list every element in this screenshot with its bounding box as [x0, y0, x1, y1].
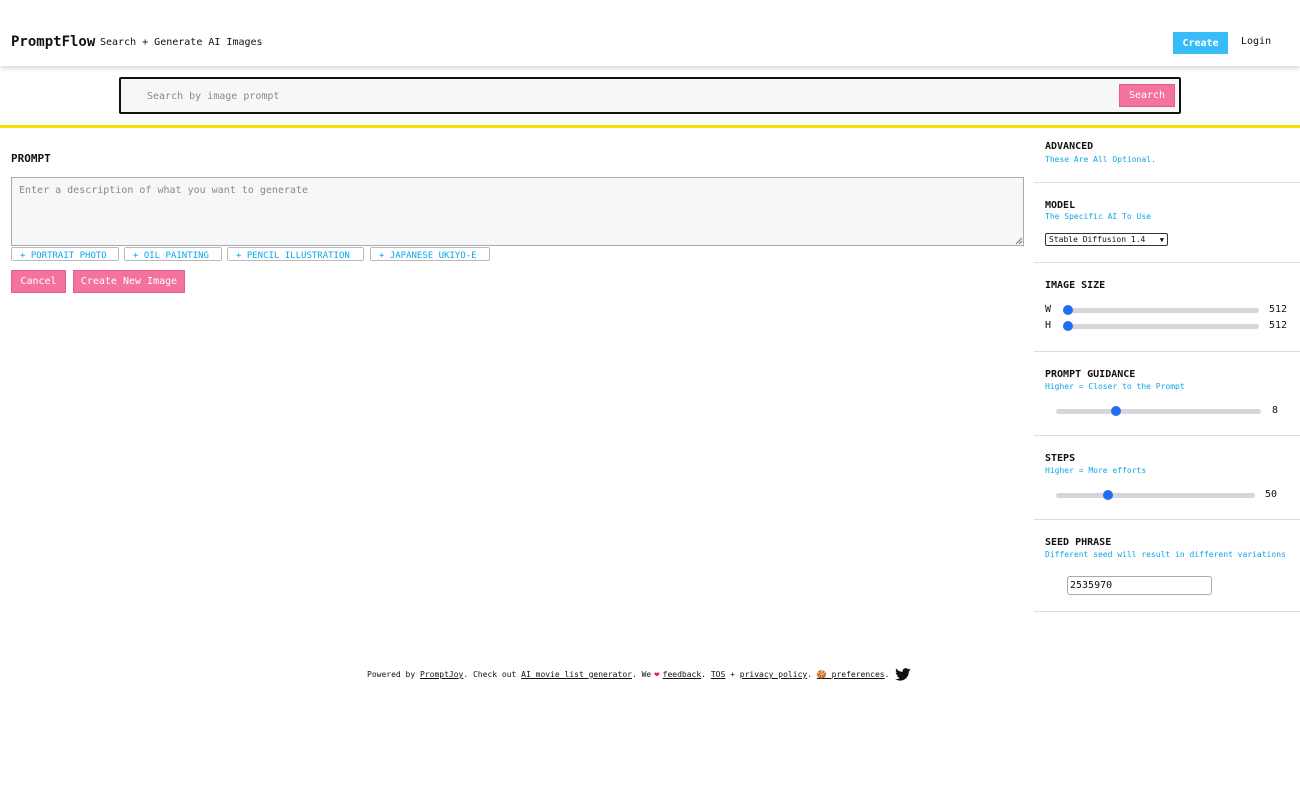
chevron-down-icon: ▼ [1159, 236, 1164, 244]
prompt-textarea[interactable] [11, 177, 1024, 246]
model-select[interactable]: Stable Diffusion 1.4 ▼ [1045, 233, 1168, 246]
footer-dot: . [701, 670, 706, 679]
steps-subtitle: Higher = More efforts [1045, 466, 1147, 475]
image-size-section: IMAGE SIZE W 512 H 512 [1034, 263, 1300, 352]
seed-input[interactable] [1067, 576, 1212, 595]
prompt-title: PROMPT [11, 152, 51, 165]
advanced-section: ADVANCED These Are All Optional. [1034, 128, 1300, 183]
width-label: W [1045, 304, 1052, 315]
preferences-link[interactable]: 🍪 preferences [817, 670, 885, 679]
model-selected-value: Stable Diffusion 1.4 [1049, 235, 1146, 244]
chip-portrait-photo[interactable]: + PORTRAIT PHOTO [11, 247, 119, 261]
guidance-value: 8 [1272, 405, 1279, 416]
steps-slider-thumb[interactable] [1103, 490, 1113, 500]
prompt-guidance-section: PROMPT GUIDANCE Higher = Closer to the P… [1034, 352, 1300, 436]
advanced-subtitle: These Are All Optional. [1045, 155, 1156, 164]
height-slider[interactable] [1063, 321, 1259, 331]
model-title: MODEL [1045, 200, 1076, 211]
seed-subtitle: Different seed will result in different … [1045, 550, 1286, 559]
steps-value: 50 [1265, 489, 1278, 500]
chip-japanese-ukiyo-e[interactable]: + JAPANESE UKIYO-E [370, 247, 490, 261]
privacy-policy-link[interactable]: privacy policy [740, 670, 807, 679]
movie-generator-link[interactable]: AI movie list generator [521, 670, 632, 679]
tos-link[interactable]: TOS [711, 670, 725, 679]
steps-section: STEPS Higher = More efforts 50 [1034, 436, 1300, 520]
steps-title: STEPS [1045, 453, 1076, 464]
cancel-button[interactable]: Cancel [11, 270, 66, 293]
login-link[interactable]: Login [1241, 36, 1271, 47]
seed-title: SEED PHRASE [1045, 537, 1112, 548]
top-header: PromptFlow Search + Generate AI Images C… [0, 0, 1300, 66]
create-new-image-button[interactable]: Create New Image [73, 270, 185, 293]
guidance-slider-thumb[interactable] [1111, 406, 1121, 416]
width-slider-thumb[interactable] [1063, 305, 1073, 315]
chip-pencil-illustration[interactable]: + PENCIL ILLUSTRATION [227, 247, 364, 261]
width-slider[interactable] [1063, 305, 1259, 315]
footer-dot-3: . [884, 670, 890, 679]
model-section: MODEL The Specific AI To Use [1034, 183, 1300, 263]
footer-check-out: . Check out [463, 670, 517, 679]
create-button[interactable]: Create [1173, 32, 1228, 54]
guidance-subtitle: Higher = Closer to the Prompt [1045, 382, 1185, 391]
search-button[interactable]: Search [1119, 84, 1175, 107]
tagline: Search + Generate AI Images [100, 37, 263, 48]
feedback-link[interactable]: feedback [663, 670, 702, 679]
resize-handle-icon[interactable] [1014, 236, 1023, 245]
heart-icon: ❤ [654, 669, 660, 680]
model-subtitle: The Specific AI To Use [1045, 212, 1151, 221]
twitter-icon[interactable] [895, 668, 911, 681]
footer-we: . We [631, 670, 652, 679]
brand-logo[interactable]: PromptFlow [11, 34, 95, 50]
advanced-title: ADVANCED [1045, 141, 1094, 152]
height-slider-thumb[interactable] [1063, 321, 1073, 331]
height-label: H [1045, 320, 1052, 331]
seed-section: SEED PHRASE Different seed will result i… [1034, 520, 1300, 612]
footer-powered-by: Powered by [367, 670, 416, 679]
footer-dot-2: . [807, 670, 813, 679]
search-bar: Search [119, 77, 1181, 114]
chip-oil-painting[interactable]: + OIL PAINTING [124, 247, 222, 261]
image-size-title: IMAGE SIZE [1045, 280, 1106, 291]
height-value: 512 [1269, 320, 1288, 331]
footer-plus: + [730, 670, 735, 679]
steps-slider[interactable] [1056, 490, 1255, 500]
search-input[interactable] [147, 88, 1107, 104]
guidance-title: PROMPT GUIDANCE [1045, 369, 1136, 380]
width-value: 512 [1269, 304, 1288, 315]
guidance-slider[interactable] [1056, 406, 1261, 416]
footer: Powered by PromptJoy. Check out AI movie… [367, 668, 911, 681]
promptjoy-link[interactable]: PromptJoy [420, 670, 463, 679]
